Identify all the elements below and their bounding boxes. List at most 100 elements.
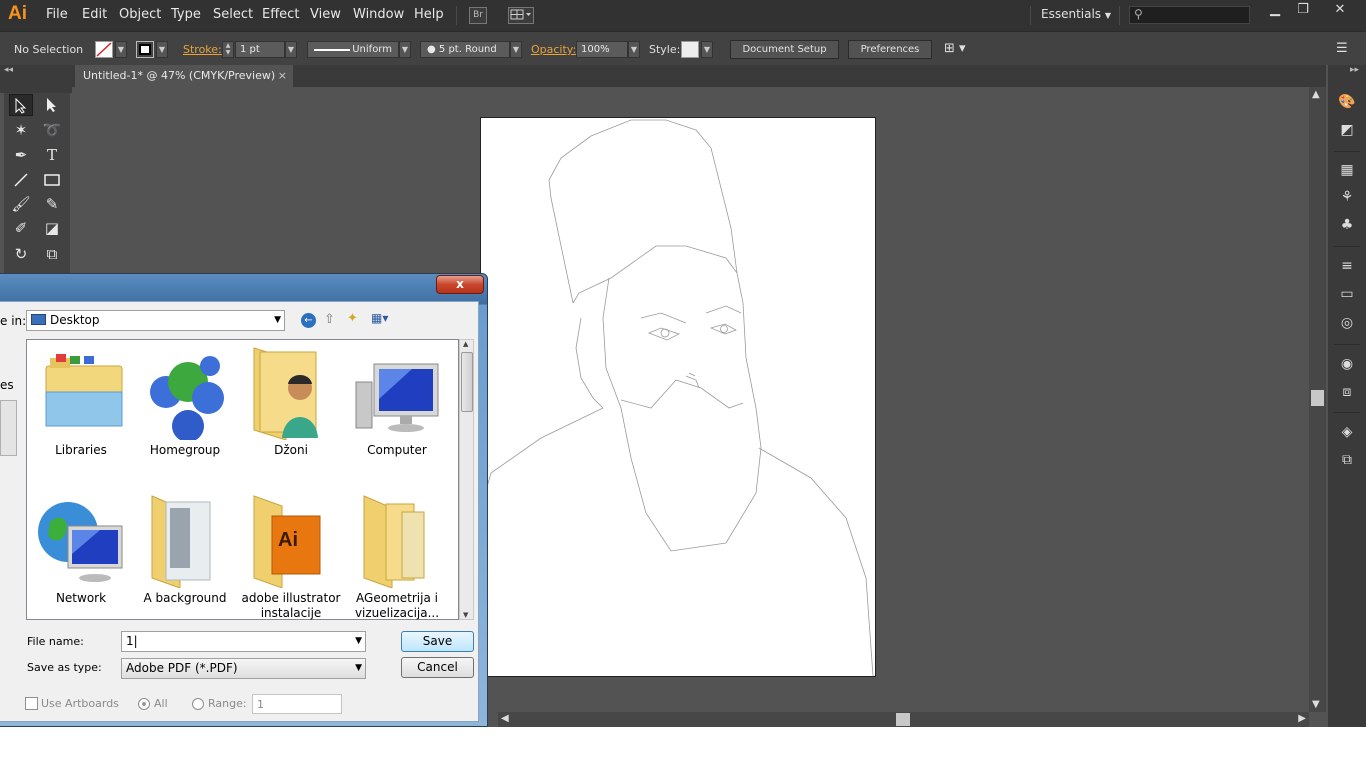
opacity-label[interactable]: Opacity: [531,43,576,56]
paintbrush-tool-icon[interactable]: 🖌 [9,193,33,215]
list-item[interactable]: Džoni [239,340,343,480]
list-item[interactable]: Ai adobe illustrator instalacije [239,488,343,628]
selection-tool-icon[interactable] [9,94,33,116]
symbols-icon[interactable]: ♣ [1337,216,1357,234]
collapse-icon[interactable]: ◂◂ [4,65,13,75]
menu-file[interactable]: File [46,7,68,22]
menu-object[interactable]: Object [119,7,161,22]
artboards-icon[interactable]: ⧉ [1337,451,1357,469]
style-dropdown[interactable]: ▼ [701,41,713,58]
all-radio[interactable] [138,698,150,710]
arrange-icon[interactable]: ⊞ ▾ [944,41,966,56]
menu-edit[interactable]: Edit [82,7,107,22]
save-in-dropdown[interactable]: Desktop ▼ [26,310,285,331]
scroll-down-icon[interactable]: ▼ [463,611,468,619]
new-folder-icon[interactable]: ✦ [347,311,358,326]
file-list-scroll-thumb[interactable] [461,352,473,412]
use-artboards-checkbox[interactable] [25,697,38,710]
cancel-button[interactable]: Cancel [401,657,474,678]
workspace-switcher[interactable]: Essentials ▼ [1041,7,1111,21]
search-input[interactable]: ⚲ [1129,6,1250,24]
fill-dropdown[interactable]: ▼ [115,41,127,58]
stroke-stepper[interactable]: ▲ ▼ [222,41,234,58]
vertical-scrollbar[interactable]: ▲ ▼ [1309,87,1326,712]
brush-definition[interactable]: ● 5 pt. Round [420,41,510,58]
fill-swatch[interactable] [95,41,113,58]
gradient-icon[interactable]: ▭ [1337,285,1357,303]
magic-wand-tool-icon[interactable]: ✶ [9,119,33,141]
close-window-button[interactable]: ✕ [1325,0,1355,20]
graphic-styles-icon[interactable]: ⧈ [1337,383,1357,401]
file-list-scrollbar[interactable]: ▲ ▼ [459,339,474,620]
stroke-weight-field[interactable]: 1 pt [235,41,285,58]
up-folder-icon[interactable]: ⇧ [324,312,335,327]
layers-icon[interactable]: ◈ [1337,423,1357,441]
pencil-tool-icon[interactable]: ✎ [40,193,64,215]
list-item[interactable]: AGeometrija i vizuelizacija... [345,488,449,628]
range-radio[interactable] [192,698,204,710]
bridge-button[interactable]: Br [469,7,487,24]
appearance-icon[interactable]: ◉ [1337,355,1357,373]
menu-window[interactable]: Window [353,7,404,22]
stroke-swatch[interactable] [136,41,154,58]
range-input[interactable]: 1 [252,694,342,714]
document-tab[interactable]: Untitled-1* @ 47% (CMYK/Preview) × [75,65,293,87]
artboard[interactable] [480,117,876,677]
menu-help[interactable]: Help [414,7,444,22]
scale-tool-icon[interactable]: ⧉ [40,243,64,265]
stroke-dropdown[interactable]: ▼ [156,41,168,58]
arrange-documents-button[interactable] [508,7,534,24]
places-bar-item[interactable] [0,400,17,456]
scroll-left-icon[interactable]: ◀ [501,713,509,724]
line-tool-icon[interactable] [9,169,33,191]
variable-width-profile[interactable]: Uniform [307,41,399,58]
list-item[interactable]: Libraries [29,340,133,480]
menu-effect[interactable]: Effect [262,7,299,22]
scroll-down-icon[interactable]: ▼ [1312,699,1320,710]
panel-menu-icon[interactable]: ☰ [1336,41,1348,56]
direct-selection-tool-icon[interactable] [40,94,64,116]
eraser-tool-icon[interactable]: ◪ [40,217,64,239]
brushes-icon[interactable]: ⚘ [1337,188,1357,206]
save-button[interactable]: Save [401,631,474,652]
list-item[interactable]: Network [29,488,133,628]
view-menu-icon[interactable]: ▦▾ [371,311,388,325]
list-item[interactable]: A background [133,488,237,628]
stroke-panel-icon[interactable]: ≡ [1337,257,1357,275]
list-item[interactable]: Computer [345,340,449,480]
opacity-dropdown[interactable]: ▼ [628,41,640,58]
restore-button[interactable]: ❐ [1289,0,1317,20]
stroke-weight-dropdown[interactable]: ▼ [285,41,297,58]
preferences-button[interactable]: Preferences [848,40,932,59]
blob-brush-tool-icon[interactable]: ✐ [9,217,33,239]
pen-tool-icon[interactable]: ✒ [9,144,33,166]
file-name-input[interactable]: 1| ▼ [121,631,366,652]
transparency-icon[interactable]: ◎ [1337,314,1357,332]
file-list[interactable]: Libraries Homegroup Džoni Computer Netwo… [26,339,459,620]
menu-select[interactable]: Select [213,7,253,22]
rotate-tool-icon[interactable]: ↻ [9,243,33,265]
menu-view[interactable]: View [310,7,341,22]
scroll-right-icon[interactable]: ▶ [1298,713,1306,724]
lasso-tool-icon[interactable]: ➰ [40,119,64,141]
scroll-up-icon[interactable]: ▲ [463,340,468,348]
style-swatch[interactable] [681,41,699,58]
profile-dropdown[interactable]: ▼ [399,41,411,58]
type-tool-icon[interactable]: T [40,144,64,166]
close-tab-icon[interactable]: × [278,65,287,87]
color-icon[interactable]: ◩ [1337,121,1357,139]
color-guide-icon[interactable]: 🎨 [1337,93,1357,111]
back-icon[interactable]: ← [301,313,316,328]
rectangle-tool-icon[interactable] [40,169,64,191]
scroll-up-icon[interactable]: ▲ [1312,89,1320,100]
expand-dock-icon[interactable]: ▸▸ [1350,65,1359,75]
horizontal-scrollbar[interactable]: ◀ ▶ [498,712,1309,727]
swatches-icon[interactable]: ▦ [1337,161,1357,179]
dialog-close-button[interactable]: x [436,275,484,294]
vertical-scroll-thumb[interactable] [1311,390,1324,406]
list-item[interactable]: Homegroup [133,340,237,480]
horizontal-scroll-thumb[interactable] [896,713,910,726]
minimize-button[interactable]: ▁ [1261,0,1289,20]
portrait-line-art[interactable] [480,118,875,677]
menu-type[interactable]: Type [171,7,201,22]
